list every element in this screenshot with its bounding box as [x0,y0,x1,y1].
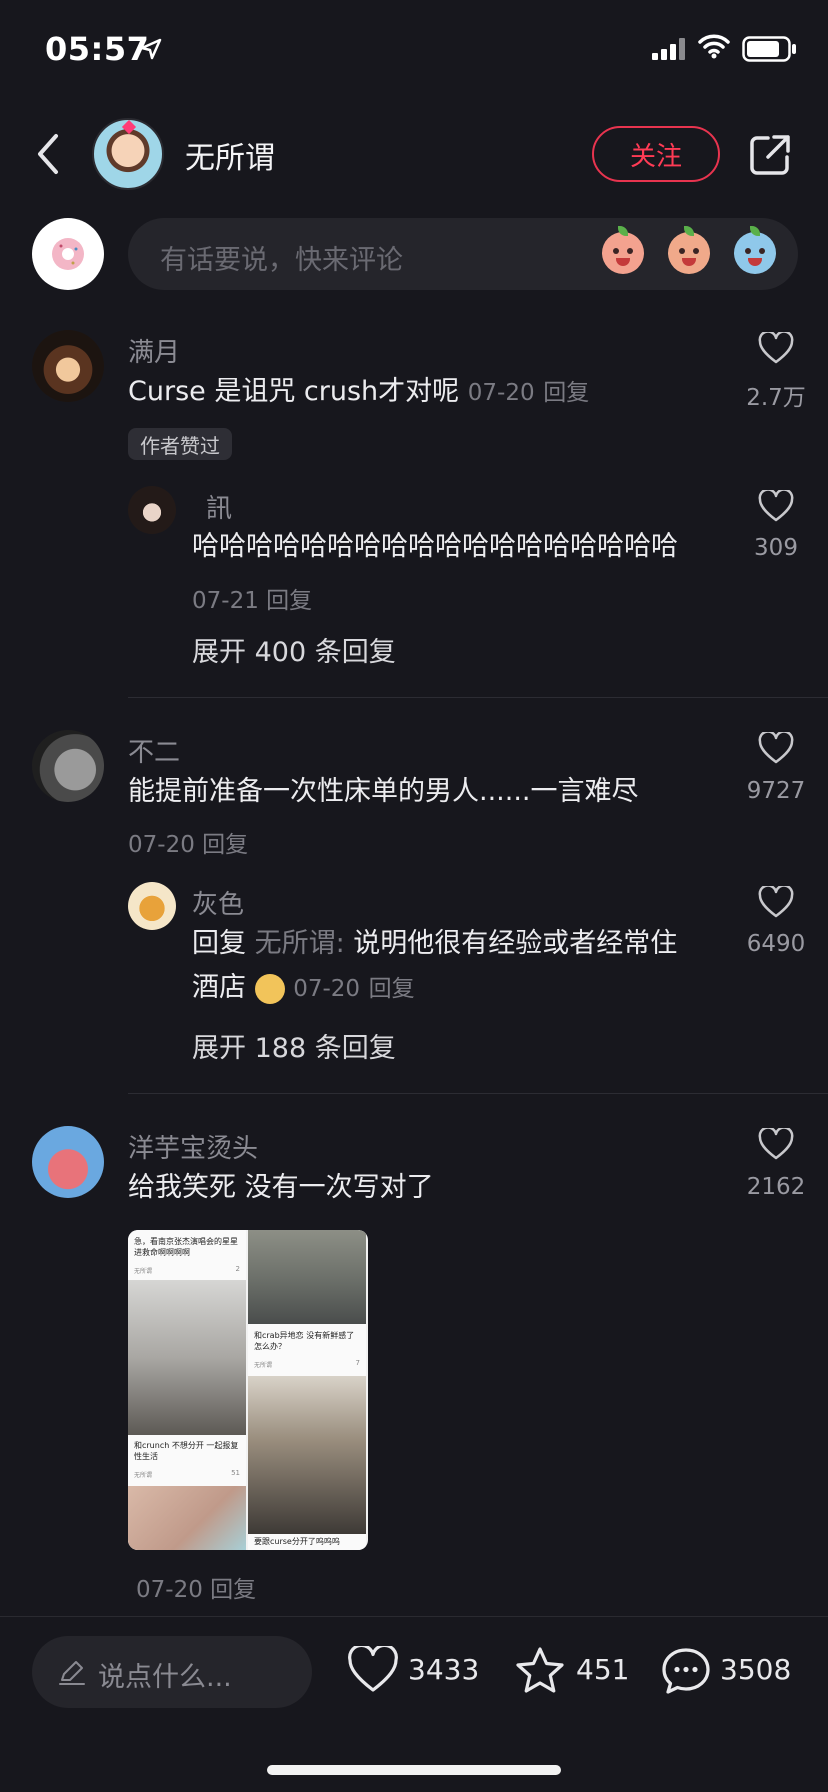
reply-date: 07-20 [293,976,361,1002]
card-photo [248,1376,366,1534]
heart-icon[interactable] [758,886,794,918]
card-like-count: 7 [355,1359,360,1367]
comment-text[interactable]: 能提前准备一次性床单的男人......一言难尽 [128,770,639,814]
comment-date: 07-20 [467,380,535,406]
card-caption: 和crunch 不想分开 一起报复性生活 [134,1441,239,1461]
heart-icon[interactable] [758,332,794,364]
reply-date: 07-21 [192,588,259,614]
like-count: 6490 [746,931,806,957]
post-comment-count: 3508 [720,1653,792,1686]
card-caption: 急，看南京张杰演唱会的星星进救命啊啊啊啊 [134,1237,238,1257]
reply-to-user[interactable]: 无所谓: [255,928,345,959]
reply-link[interactable]: 回复 [369,976,415,1002]
card-photo [128,1280,246,1435]
card-author: 无所谓 [254,1362,273,1369]
comment-text[interactable]: Curse 是诅咒 crush才对呢 07-20 回复 [128,370,589,415]
reply-text[interactable]: 哈哈哈哈哈哈哈哈哈哈哈哈哈哈哈哈哈哈 [192,525,678,569]
comment-date: 07-20 [128,832,195,858]
author-avatar[interactable] [92,118,164,190]
author-name[interactable]: 无所谓 [185,133,275,177]
card-caption: 要跟curse分开了呜呜呜 [254,1537,340,1546]
reply-avatar[interactable] [128,882,176,930]
star-icon[interactable] [514,1646,566,1696]
card-photo [128,1486,246,1550]
back-chevron-icon[interactable] [34,132,64,176]
scared-emoji-icon[interactable] [734,226,776,274]
reply-link[interactable]: 回复 [266,588,312,614]
share-icon[interactable] [748,133,792,177]
my-avatar[interactable] [32,218,104,290]
comment-text[interactable]: 给我笑死 没有一次写对了 [128,1166,434,1210]
status-time: 05:57 [45,30,150,68]
like-heart-icon[interactable] [347,1646,399,1694]
battery-icon [742,36,796,62]
bottom-bar-divider [0,1616,828,1617]
expand-replies-link[interactable]: 展开 400 条回复 [192,630,396,669]
cellular-signal-icon [652,38,685,60]
crying-emoji-icon[interactable] [602,226,644,274]
comment-username[interactable]: 洋芋宝烫头 [128,1128,258,1165]
comment-divider [128,1093,828,1094]
collage-column-left: 急，看南京张杰演唱会的星星进救命啊啊啊啊 无所谓 2 和crunch 不想分开 … [128,1230,246,1550]
follow-button[interactable]: 关注 [592,126,720,182]
card-like-count: 2 [235,1265,240,1273]
comment-bubble-icon[interactable] [660,1646,712,1696]
heart-icon[interactable] [758,490,794,522]
comment-input[interactable]: 有话要说，快来评论 [128,218,798,290]
comment-divider [128,697,828,698]
wifi-icon [698,34,730,59]
comment-date: 07-20 [136,1577,203,1603]
comment-avatar[interactable] [32,730,104,802]
status-bar: 05:57 [0,0,828,100]
reply-link[interactable]: 回复 [210,1577,256,1603]
say-something-input[interactable]: 说点什么... [32,1636,312,1708]
pen-icon [59,1661,85,1685]
heart-icon[interactable] [758,732,794,764]
expand-replies-link[interactable]: 展开 188 条回复 [192,1026,396,1065]
reply-text[interactable]: 回复 无所谓: 说明他很有经验或者经常住 [192,922,677,966]
like-count: 9727 [746,778,806,804]
card-author: 无所谓 [134,1472,153,1479]
card-author: 无所谓 [134,1268,153,1275]
comment-username[interactable]: 满月 [128,332,180,369]
like-count: 2162 [746,1174,806,1200]
post-star-count: 451 [576,1653,630,1686]
reply-link[interactable]: 回复 [202,832,248,858]
comment-image[interactable]: 急，看南京张杰演唱会的星星进救命啊啊啊啊 无所谓 2 和crunch 不想分开 … [128,1230,368,1550]
home-indicator[interactable] [267,1765,561,1775]
card-like-count: 51 [231,1469,240,1477]
reply-text-continued[interactable]: 酒店 07-20 回复 [192,966,415,1011]
like-count: 2.7万 [746,385,806,411]
comment-meta: 07-20 回复 [136,1570,256,1604]
post-like-count: 3433 [408,1653,480,1686]
reply-link[interactable]: 回复 [543,380,589,406]
reply-avatar[interactable] [128,486,176,534]
location-arrow-icon [140,38,162,60]
card-caption: 和crab异地恋 没有新鲜感了 怎么办？ [254,1331,355,1351]
reply-username[interactable]: 訊 [206,488,232,525]
card-photo [248,1230,366,1324]
comment-username[interactable]: 不二 [128,732,180,769]
collage-column-right: 和crab异地恋 没有新鲜感了 怎么办？ 无所谓 7 要跟curse分开了呜呜呜 [248,1230,366,1550]
reply-meta: 07-21 回复 [192,581,312,615]
reply-username[interactable]: 灰色 [192,884,244,921]
author-liked-badge: 作者赞过 [128,428,232,460]
comment-avatar[interactable] [32,1126,104,1198]
dog-emoji-icon [254,973,285,1004]
donut-icon [52,238,84,270]
comment-meta: 07-20 回复 [128,825,248,859]
comment-avatar[interactable] [32,330,104,402]
say-something-placeholder: 说点什么... [98,1662,232,1693]
heart-icon[interactable] [758,1128,794,1160]
like-count: 309 [754,535,798,561]
comment-input-placeholder: 有话要说，快来评论 [160,245,403,276]
shy-emoji-icon[interactable] [668,226,710,274]
